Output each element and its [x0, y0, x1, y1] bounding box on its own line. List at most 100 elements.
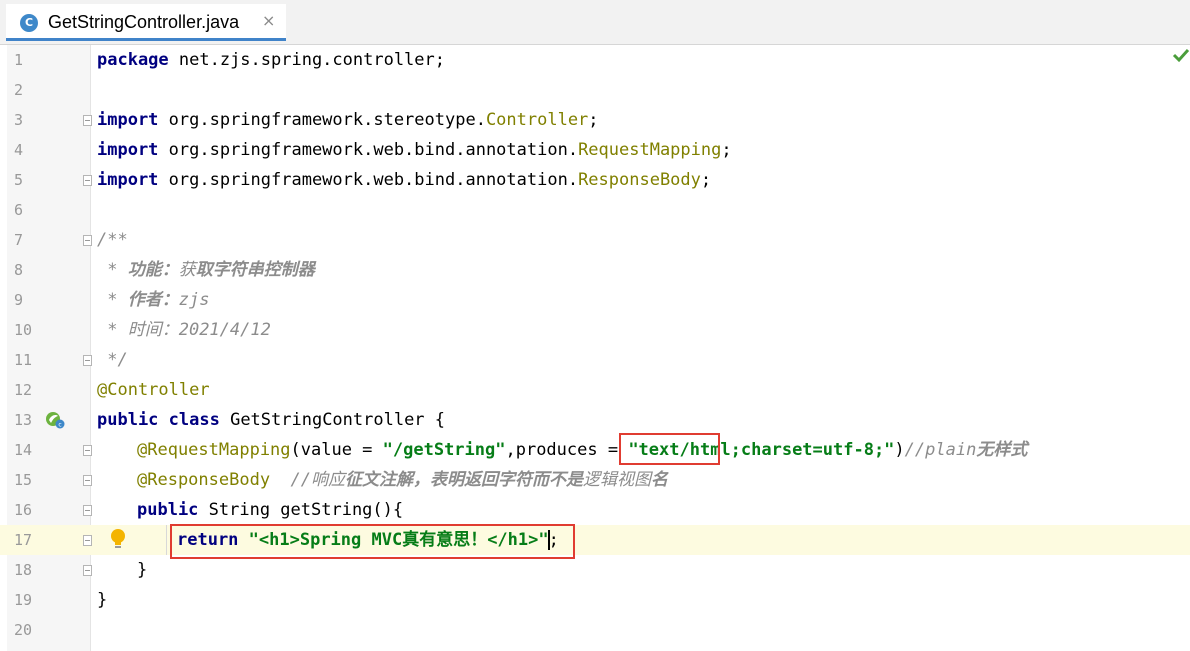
keyword: import [97, 140, 159, 160]
line-number: 18 [14, 561, 33, 579]
fold-icon[interactable] [83, 175, 92, 186]
line-number: 12 [14, 381, 33, 399]
highlight-box-text-html [619, 433, 720, 465]
comment: 功能： [127, 260, 179, 280]
line-number: 10 [14, 321, 33, 339]
line-number: 8 [14, 261, 24, 279]
line-number: 20 [14, 621, 33, 639]
code-line-7[interactable]: /** [97, 225, 128, 255]
class-ref: RequestMapping [578, 140, 722, 160]
code-text: ) [894, 440, 905, 460]
fold-icon[interactable] [83, 535, 92, 546]
code-line-10[interactable]: * 时间：2021/4/12 [97, 315, 271, 345]
line-number: 13 [14, 411, 33, 429]
comment: 无样式 [976, 440, 1028, 460]
line-number: 16 [14, 501, 33, 519]
annotation: @Controller [97, 380, 210, 400]
keyword: class [158, 410, 220, 430]
comment: * [97, 320, 128, 340]
spring-bean-icon[interactable]: c [45, 411, 65, 429]
class-c-icon: C [20, 14, 38, 32]
line-number: 5 [14, 171, 24, 189]
close-icon[interactable]: × [262, 11, 275, 30]
fold-icon[interactable] [83, 565, 92, 576]
line-number: 6 [14, 201, 24, 219]
lightbulb-icon[interactable] [110, 528, 126, 550]
code-line-8[interactable]: * 功能：获取字符串控制器 [97, 255, 315, 285]
annotation: @ResponseBody [137, 470, 271, 490]
code-line-3[interactable]: import org.springframework.stereotype.Co… [97, 105, 599, 135]
line-number: 17 [14, 531, 33, 549]
code-text: ; [588, 110, 599, 130]
code-line-11[interactable]: */ [97, 345, 128, 375]
line-number: 4 [14, 141, 24, 159]
editor-tab-bar: C GetStringController.java × [0, 0, 1190, 45]
fold-icon[interactable] [83, 445, 92, 456]
code-text: GetStringController { [219, 410, 446, 430]
annotation: @RequestMapping [137, 440, 291, 460]
code-line-4[interactable]: import org.springframework.web.bind.anno… [97, 135, 732, 165]
line-number: 1 [14, 51, 24, 69]
code-text: (value = [290, 440, 383, 460]
comment: //plain [904, 440, 977, 460]
fold-icon[interactable] [83, 115, 92, 126]
keyword: public [97, 410, 159, 430]
code-line-9[interactable]: * 作者：zjs [97, 285, 209, 315]
code-line-1[interactable]: package net.zjs.spring.controller; [97, 45, 445, 75]
fold-icon[interactable] [83, 475, 92, 486]
comment: 名 [651, 470, 669, 490]
fold-icon[interactable] [83, 505, 92, 516]
line-number: 19 [14, 591, 33, 609]
code-line-14[interactable]: @RequestMapping(value = "/getString",pro… [137, 435, 1027, 465]
code-text: ,produces = [505, 440, 629, 460]
line-number: 7 [14, 231, 24, 249]
checkmark-icon [1172, 48, 1190, 63]
line-number: 3 [14, 111, 24, 129]
tab-title: GetStringController.java [48, 12, 240, 32]
code-text: } [137, 560, 148, 580]
string-literal: "/getString" [382, 440, 506, 460]
line-number: 15 [14, 471, 33, 489]
comment: 时间：2021/4/12 [127, 320, 271, 340]
comment: 取字符串控制器 [195, 260, 315, 280]
keyword: public [137, 500, 199, 520]
line-number: 9 [14, 291, 24, 309]
comment: 征文注解，表明返回字符而不是 [345, 470, 584, 490]
svg-text:c: c [58, 422, 61, 429]
class-ref: ResponseBody [578, 170, 701, 190]
code-text: org.springframework.web.bind.annotation. [158, 170, 579, 190]
comment: * [97, 290, 128, 310]
line-number: 11 [14, 351, 33, 369]
code-text: ; [721, 140, 732, 160]
line-number: 2 [14, 81, 24, 99]
fold-icon[interactable] [83, 355, 92, 366]
comment: 作者： [127, 290, 179, 310]
comment: //响应 [270, 470, 346, 490]
comment: 逻辑视图 [583, 470, 652, 490]
comment: * [97, 260, 128, 280]
tab-getstringcontroller[interactable]: C GetStringController.java × [6, 4, 286, 41]
code-line-18[interactable]: } [137, 555, 147, 585]
keyword: import [97, 110, 159, 130]
highlight-box-return-line [170, 524, 575, 559]
code-text: org.springframework.web.bind.annotation. [158, 140, 579, 160]
code-line-16[interactable]: public String getString(){ [137, 495, 403, 525]
code-text: String getString(){ [198, 500, 404, 520]
code-line-5[interactable]: import org.springframework.web.bind.anno… [97, 165, 711, 195]
comment: 获 [178, 260, 196, 280]
keyword: package [97, 50, 169, 70]
code-line-15[interactable]: @ResponseBody //响应征文注解，表明返回字符而不是逻辑视图名 [137, 465, 668, 495]
code-line-12[interactable]: @Controller [97, 375, 210, 405]
code-line-13[interactable]: public class GetStringController { [97, 405, 445, 435]
code-text: ; [700, 170, 712, 190]
keyword: import [97, 170, 159, 190]
code-text: } [97, 590, 108, 610]
indent-guide [166, 525, 167, 555]
comment: */ [97, 350, 128, 370]
line-number: 14 [14, 441, 33, 459]
code-line-19[interactable]: } [97, 585, 107, 615]
fold-icon[interactable] [83, 235, 92, 246]
comment: /** [97, 230, 128, 250]
code-text: net.zjs.spring.controller; [168, 50, 445, 70]
comment: zjs [178, 290, 210, 310]
